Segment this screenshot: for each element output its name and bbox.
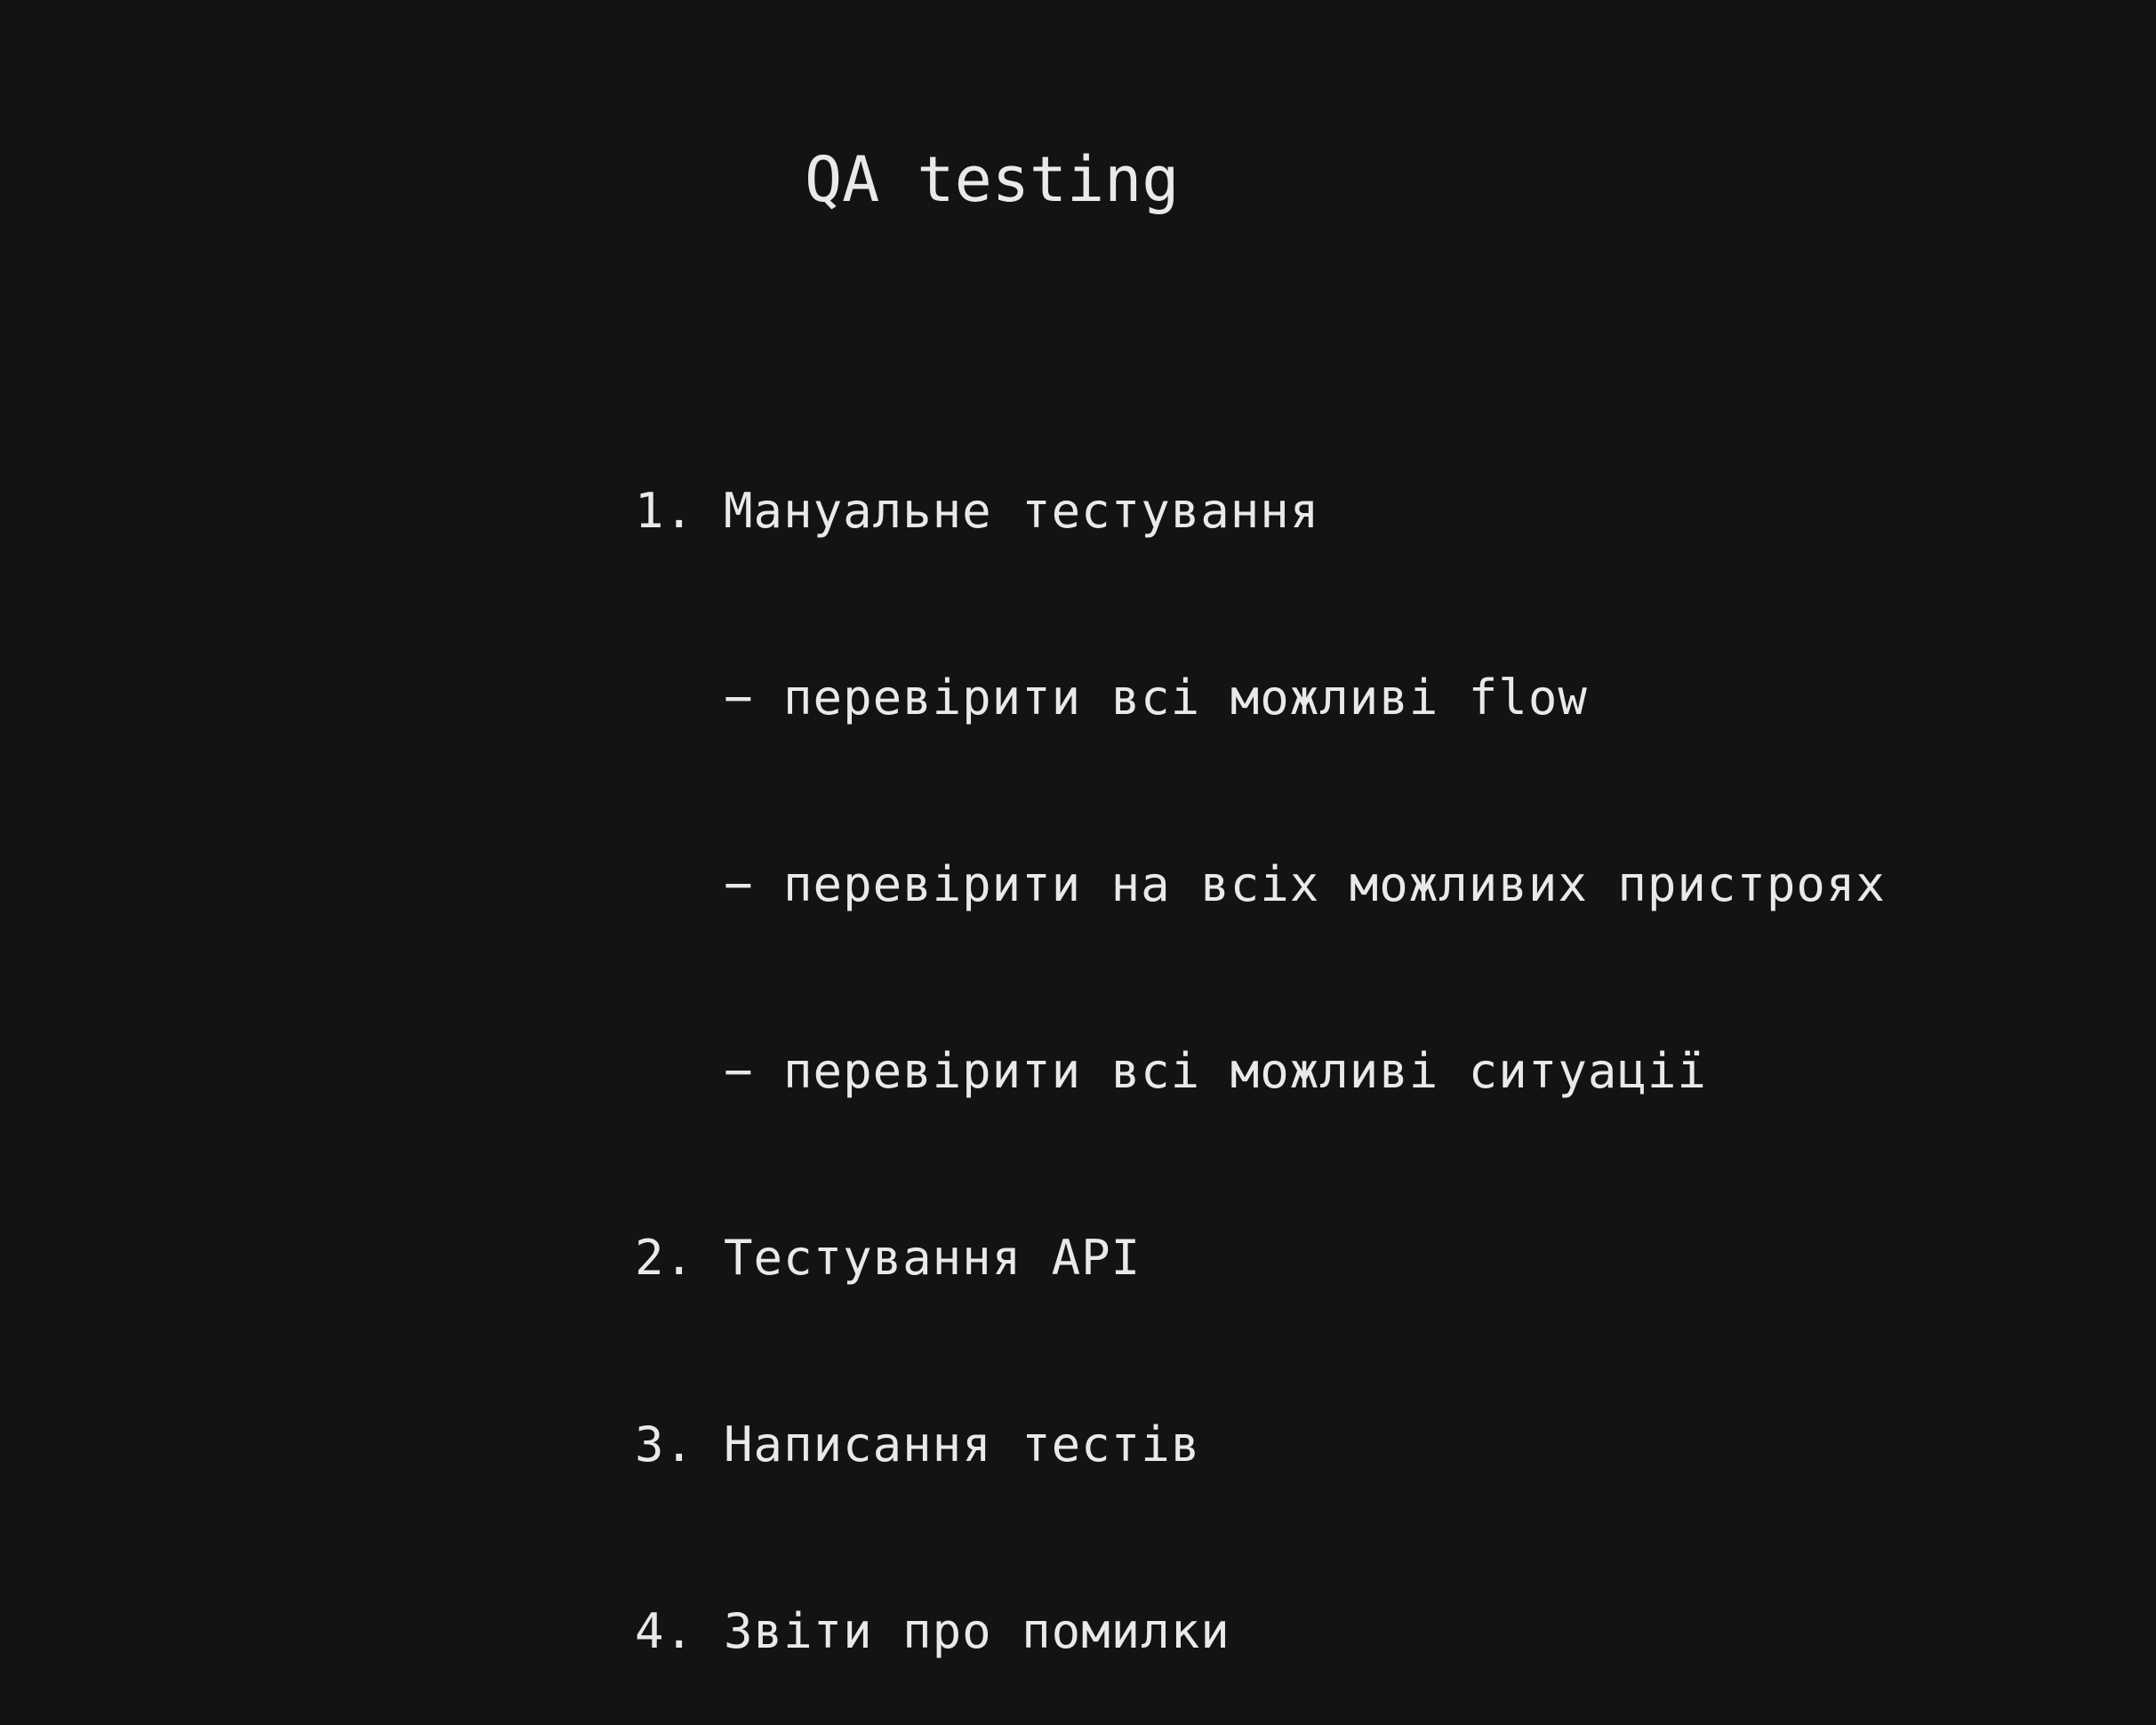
list-item-number: 3. bbox=[635, 1416, 695, 1472]
numbered-list: 1. Мануальне тестування − перевірити всі м… bbox=[516, 293, 1886, 1663]
dash-marker: − bbox=[724, 1043, 754, 1099]
dash-marker: − bbox=[724, 856, 754, 912]
sub-list-item: − перевірити всі можливі ситуації bbox=[516, 978, 1886, 1099]
list-item-text: Тестування API bbox=[724, 1230, 1142, 1286]
list-item-text: Мануальне тестування bbox=[724, 483, 1320, 539]
list-item-text: Написання тестів bbox=[724, 1416, 1201, 1472]
list-item: 3. Написання тестів bbox=[516, 1352, 1886, 1472]
sub-list-item-text: перевірити всі можливі ситуації bbox=[783, 1043, 1707, 1099]
list-item-number: 4. bbox=[635, 1603, 695, 1659]
sub-list-item: − перевірити на всіх можливих пристроях bbox=[516, 791, 1886, 912]
sub-list-item: − перевірити всі можливі flow bbox=[516, 605, 1886, 726]
list-item: 1. Мануальне тестування bbox=[516, 418, 1886, 539]
list-item: 4. Звіти про помилки bbox=[516, 1538, 1886, 1659]
sub-list-item-text: перевірити всі можливі flow bbox=[783, 670, 1588, 726]
sub-list-item-text: перевірити на всіх можливих пристроях bbox=[783, 856, 1886, 912]
list-item-number: 1. bbox=[635, 483, 695, 539]
dash-marker: − bbox=[724, 670, 754, 726]
list-item-text: Звіти про помилки bbox=[724, 1603, 1230, 1659]
page-title: QA testing bbox=[805, 143, 1180, 216]
list-item-number: 2. bbox=[635, 1230, 695, 1286]
list-item: 2. Тестування API bbox=[516, 1165, 1886, 1286]
